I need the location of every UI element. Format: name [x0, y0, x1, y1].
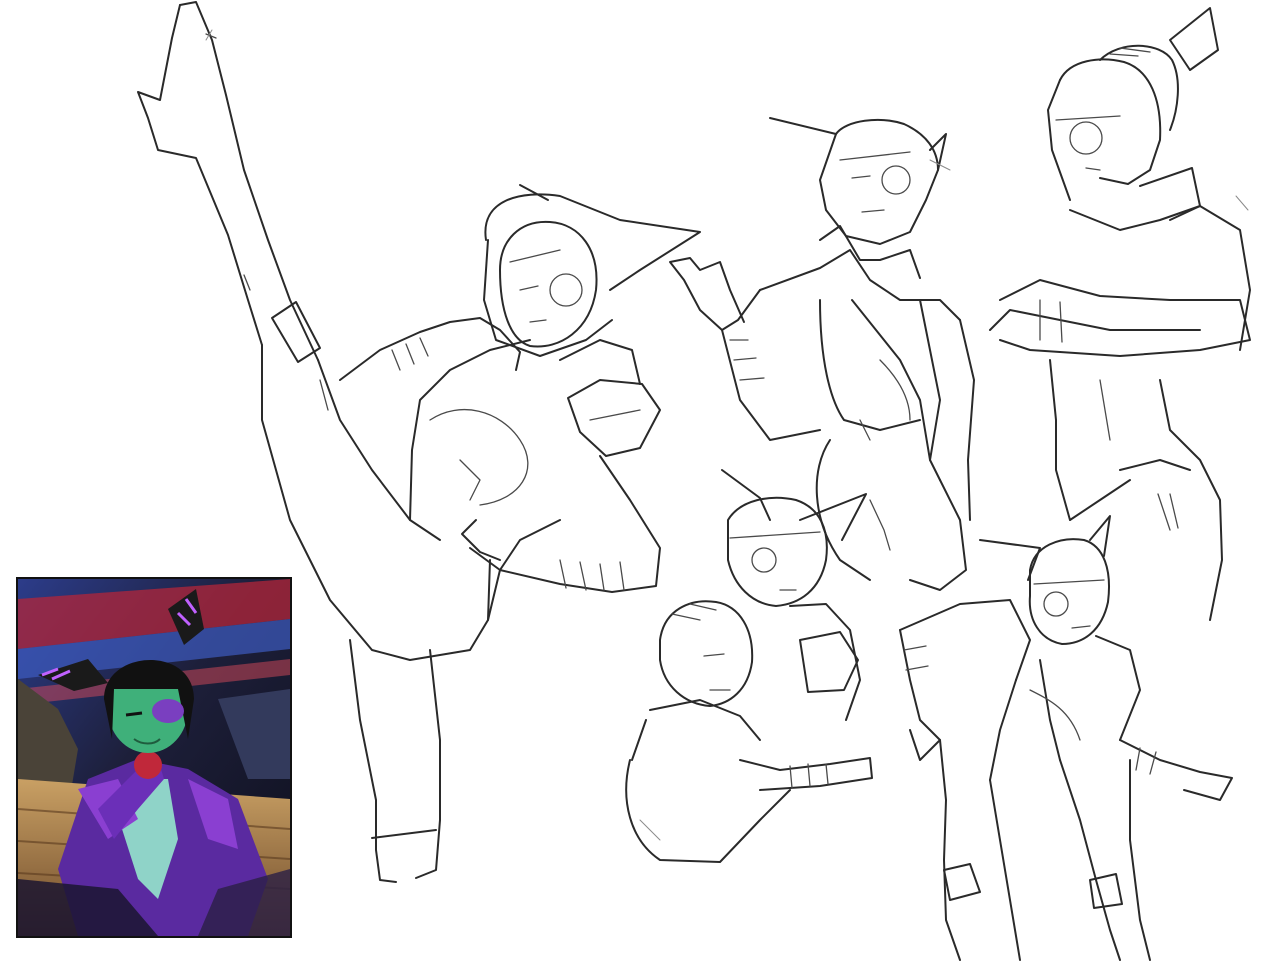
color-render-thumbnail — [16, 577, 292, 938]
construction-lines — [205, 29, 1249, 841]
sketch-figure-hug — [625, 469, 873, 863]
character-glove — [134, 751, 162, 779]
sketch-figure-standing — [669, 117, 975, 591]
sketch-canvas — [0, 0, 1280, 969]
color-render-illustration — [18, 579, 290, 936]
eyepatch — [152, 699, 184, 723]
sketch-figure-crossed-arms — [989, 7, 1251, 621]
